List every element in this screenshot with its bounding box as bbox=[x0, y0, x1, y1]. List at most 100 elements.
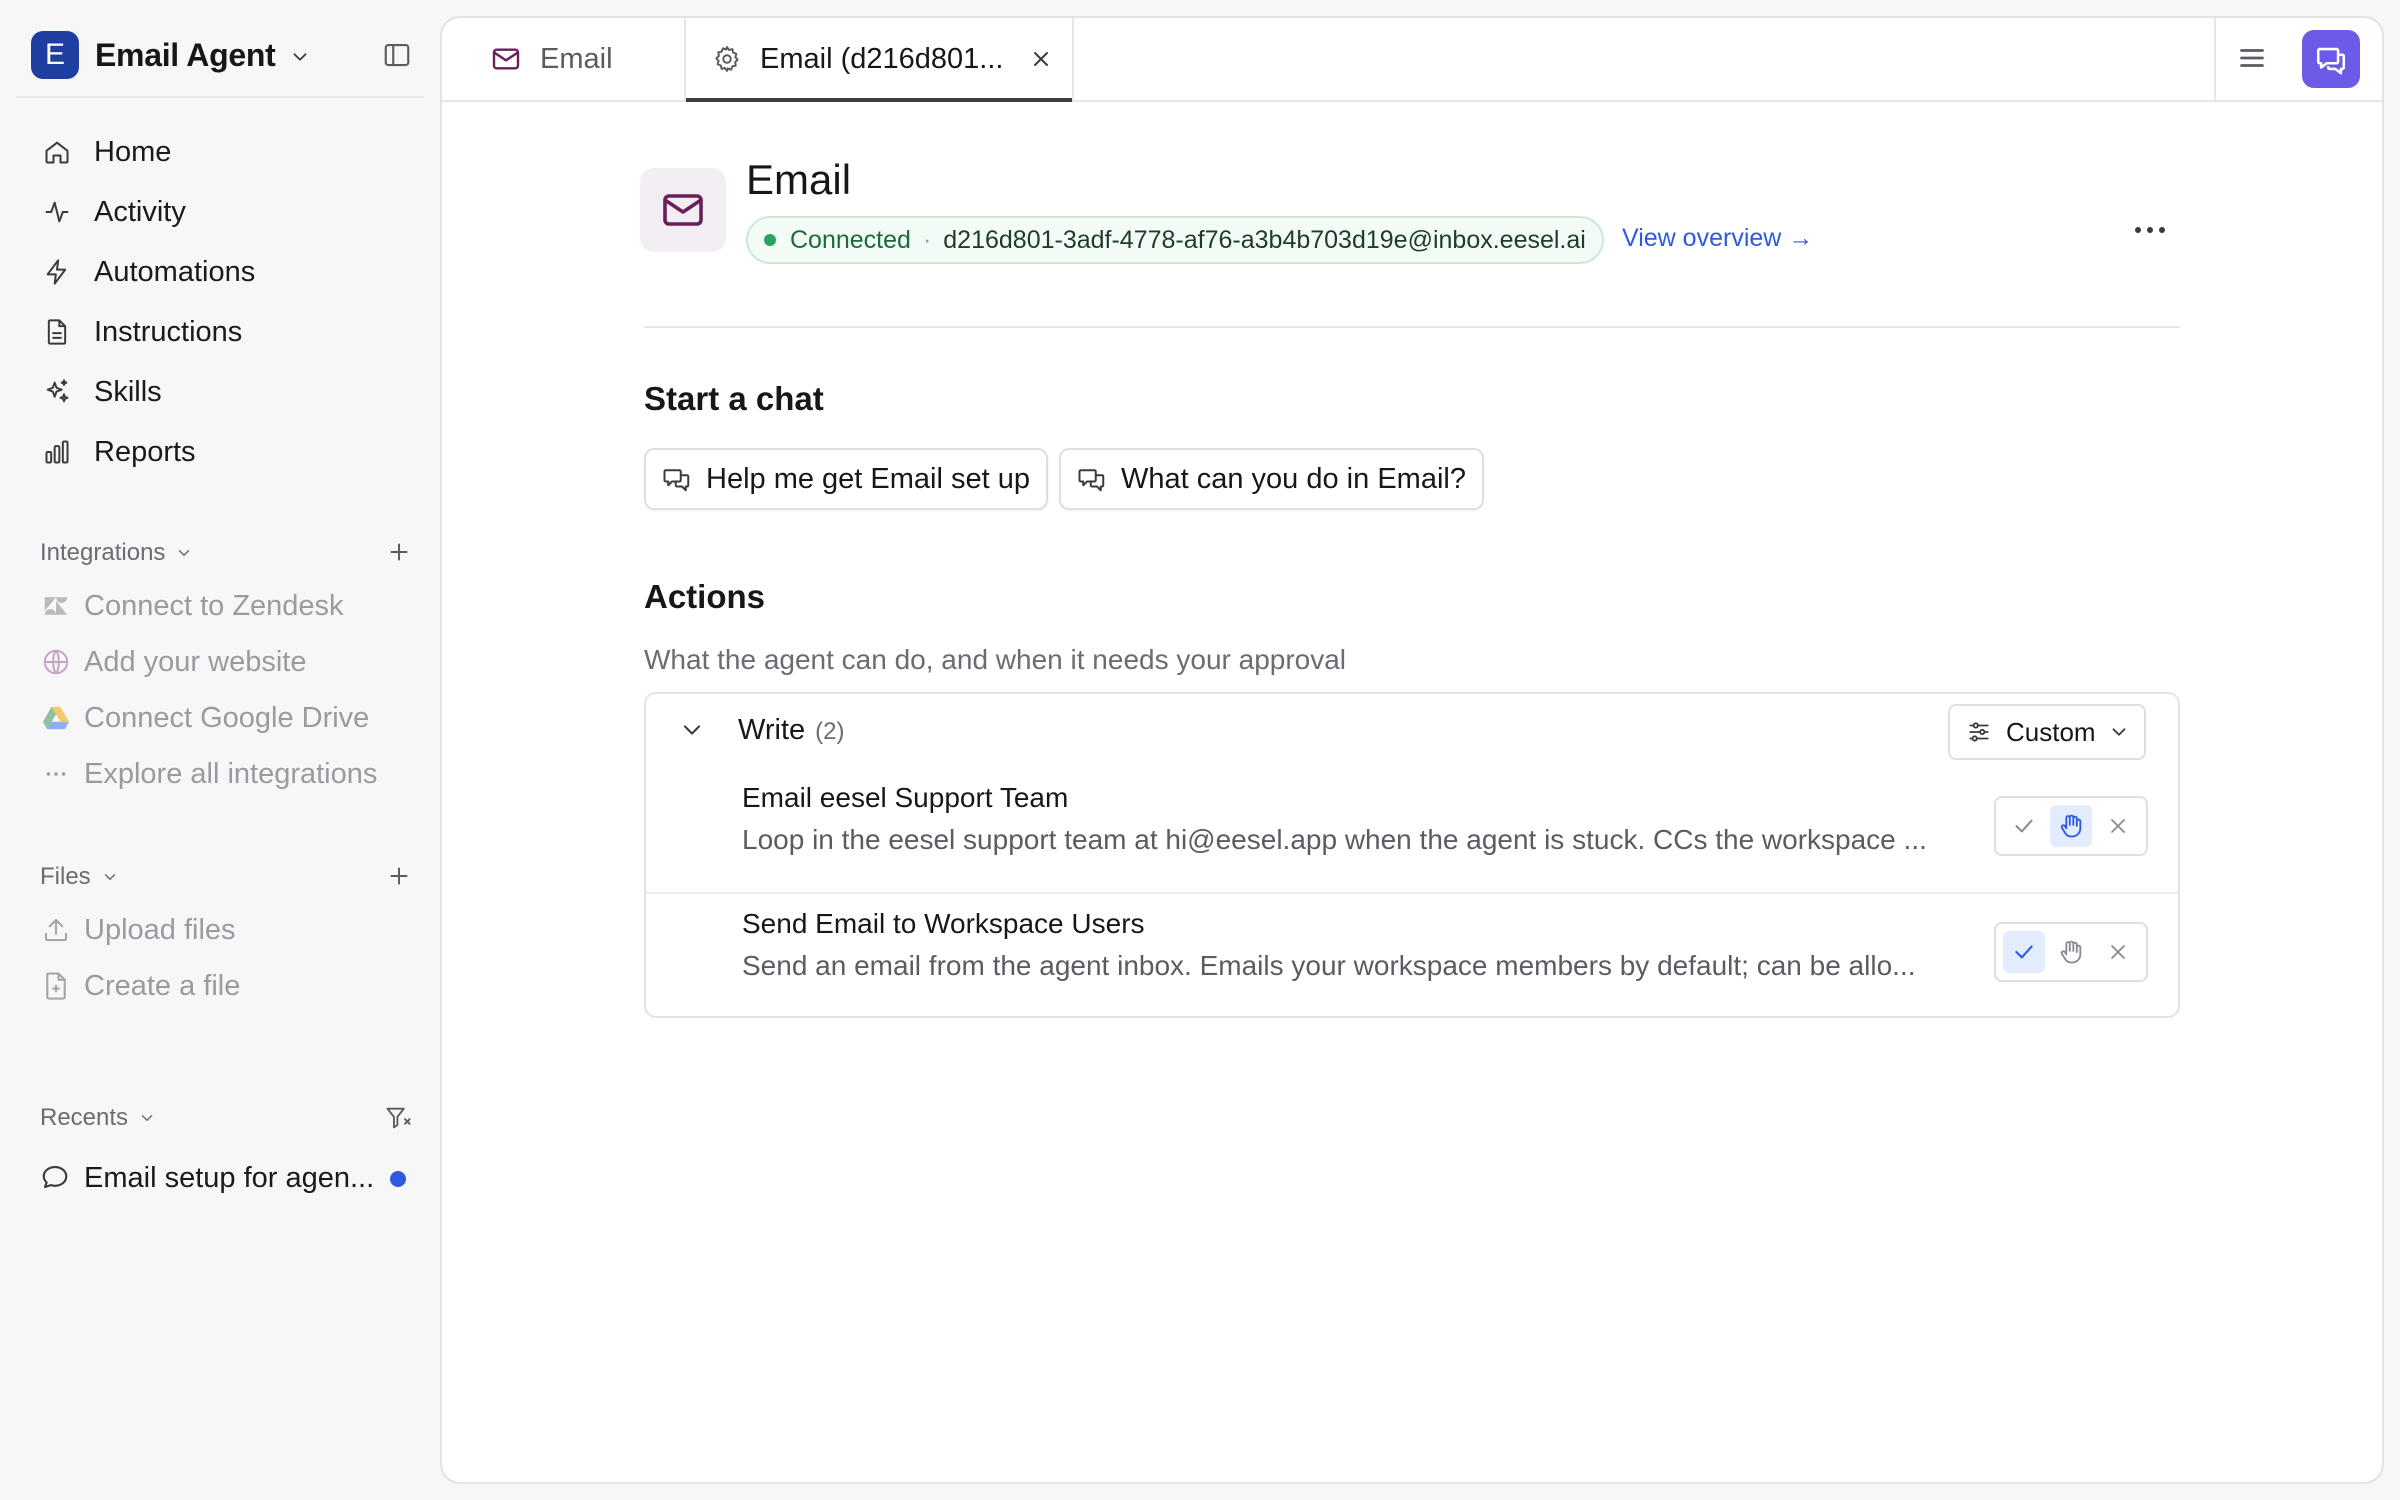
permission-mode-dropdown[interactable]: Custom bbox=[1948, 704, 2146, 760]
deny-x-icon[interactable] bbox=[2097, 931, 2139, 973]
nav-item-reports[interactable]: Reports bbox=[24, 422, 424, 482]
files-heading: Files bbox=[40, 863, 91, 890]
unread-indicator bbox=[390, 1171, 406, 1187]
mail-icon bbox=[490, 43, 522, 75]
globe-icon bbox=[40, 646, 72, 678]
more-options-icon[interactable] bbox=[2130, 220, 2170, 240]
sliders-icon bbox=[1966, 719, 1992, 745]
nav-item-label: Home bbox=[94, 135, 172, 168]
sub-item-label: Add your website bbox=[84, 645, 307, 678]
write-group-header: Write (2) Custom bbox=[646, 694, 2178, 768]
connection-status-badge: Connected · d216d801-3adf-4778-af76-a3b4… bbox=[746, 216, 1604, 264]
nav-item-label: Skills bbox=[94, 375, 162, 408]
action-row-email-support[interactable]: Email eesel Support Team Loop in the ees… bbox=[646, 768, 2178, 892]
document-icon bbox=[40, 315, 74, 349]
connect-zendesk-item[interactable]: Connect to Zendesk bbox=[40, 582, 420, 630]
sparkles-icon bbox=[40, 375, 74, 409]
menu-icon[interactable] bbox=[2234, 40, 2270, 76]
lightning-icon bbox=[40, 255, 74, 289]
actions-list: Write (2) Custom Email eesel Support Team… bbox=[644, 692, 2180, 1018]
action-row-send-email[interactable]: Send Email to Workspace Users Send an em… bbox=[646, 892, 2178, 1016]
chip-label: What can you do in Email? bbox=[1121, 462, 1466, 495]
chevron-down-icon bbox=[175, 544, 193, 562]
main-panel: Email Email (d216d801... Email Connected… bbox=[440, 16, 2384, 1484]
file-plus-icon bbox=[40, 970, 72, 1002]
actions-subtitle: What the agent can do, and when it needs… bbox=[644, 644, 1347, 675]
add-integration-icon[interactable] bbox=[386, 539, 412, 565]
nav-item-label: Instructions bbox=[94, 315, 243, 348]
page-title: Email bbox=[746, 156, 852, 203]
chevron-down-icon bbox=[101, 868, 119, 886]
ask-approval-hand-icon[interactable] bbox=[2049, 805, 2092, 847]
add-website-item[interactable]: Add your website bbox=[40, 638, 420, 686]
chat-assistant-button[interactable] bbox=[2302, 30, 2360, 88]
sidebar-divider bbox=[16, 96, 424, 98]
workspace-name: Email Agent bbox=[95, 36, 276, 73]
deny-x-icon[interactable] bbox=[2097, 805, 2139, 847]
upload-icon bbox=[40, 914, 72, 946]
bar-chart-icon bbox=[40, 435, 74, 469]
chat-bubbles-icon bbox=[662, 464, 692, 494]
chevron-down-icon[interactable] bbox=[678, 716, 706, 744]
explore-integrations-item[interactable]: Explore all integrations bbox=[40, 750, 420, 798]
action-title: Send Email to Workspace Users bbox=[742, 908, 1145, 939]
add-file-icon[interactable] bbox=[386, 863, 412, 889]
suggested-prompt-setup[interactable]: Help me get Email set up bbox=[644, 448, 1048, 510]
create-file-item[interactable]: Create a file bbox=[40, 962, 420, 1010]
recents-section-header[interactable]: Recents bbox=[40, 1098, 420, 1138]
nav-item-skills[interactable]: Skills bbox=[24, 362, 424, 422]
recent-chat-item[interactable]: Email setup for agen... bbox=[40, 1152, 420, 1204]
allow-check-icon[interactable] bbox=[2003, 805, 2045, 847]
zendesk-icon bbox=[40, 590, 72, 622]
close-icon[interactable] bbox=[1029, 47, 1053, 71]
chevron-down-icon bbox=[2108, 721, 2130, 743]
connect-google-drive-item[interactable]: Connect Google Drive bbox=[40, 694, 420, 742]
sub-item-label: Explore all integrations bbox=[84, 757, 378, 790]
recents-heading: Recents bbox=[40, 1104, 129, 1131]
email-app-tile bbox=[640, 168, 726, 252]
allow-check-icon[interactable] bbox=[2002, 931, 2045, 973]
integrations-section-header[interactable]: Integrations bbox=[40, 533, 420, 573]
nav-item-automations[interactable]: Automations bbox=[24, 242, 424, 302]
filter-icon[interactable] bbox=[384, 1104, 412, 1132]
header-divider bbox=[644, 326, 2180, 328]
nav-item-instructions[interactable]: Instructions bbox=[24, 302, 424, 362]
chat-bubbles-icon bbox=[1077, 464, 1107, 494]
nav-item-label: Automations bbox=[94, 255, 256, 288]
nav-item-activity[interactable]: Activity bbox=[24, 182, 424, 242]
group-name: Write bbox=[738, 714, 806, 746]
tabbar-actions bbox=[2214, 18, 2382, 100]
tab-label: Email (d216d801... bbox=[760, 42, 1004, 75]
group-title: Write (2) bbox=[738, 714, 844, 747]
tab-email[interactable]: Email bbox=[442, 18, 686, 100]
status-dot bbox=[764, 234, 776, 246]
ellipsis-icon bbox=[40, 758, 72, 790]
sub-item-label: Upload files bbox=[84, 913, 236, 946]
inbox-address: d216d801-3adf-4778-af76-a3b4b703d19e@inb… bbox=[943, 225, 1586, 254]
files-section-header[interactable]: Files bbox=[40, 857, 420, 897]
permission-toggle bbox=[1994, 796, 2148, 856]
tab-email-settings[interactable]: Email (d216d801... bbox=[686, 18, 1074, 102]
recent-item-label: Email setup for agen... bbox=[84, 1161, 375, 1194]
sidebar: E Email Agent Home Activity Automations bbox=[0, 0, 440, 1500]
home-icon bbox=[40, 135, 74, 169]
action-description: Send an email from the agent inbox. Emai… bbox=[742, 950, 1916, 981]
action-description: Loop in the eesel support team at hi@ees… bbox=[742, 824, 1927, 855]
workspace-avatar: E bbox=[31, 31, 79, 79]
permission-toggle bbox=[1994, 922, 2148, 982]
upload-files-item[interactable]: Upload files bbox=[40, 906, 420, 954]
sidebar-toggle-icon[interactable] bbox=[382, 40, 412, 70]
integrations-heading: Integrations bbox=[40, 539, 166, 566]
tab-bar: Email Email (d216d801... bbox=[442, 18, 2382, 102]
workspace-switcher[interactable]: E Email Agent bbox=[16, 22, 424, 88]
suggested-prompt-capabilities[interactable]: What can you do in Email? bbox=[1059, 448, 1484, 510]
view-overview-link[interactable]: View overview → bbox=[1622, 224, 1813, 253]
chevron-down-icon bbox=[138, 1109, 156, 1127]
ask-approval-hand-icon[interactable] bbox=[2050, 931, 2092, 973]
nav-item-home[interactable]: Home bbox=[24, 122, 424, 182]
activity-icon bbox=[40, 195, 74, 229]
nav-item-label: Reports bbox=[94, 435, 196, 468]
start-chat-heading: Start a chat bbox=[644, 380, 824, 417]
chat-bubble-icon bbox=[40, 1162, 72, 1194]
mail-icon bbox=[659, 186, 707, 234]
